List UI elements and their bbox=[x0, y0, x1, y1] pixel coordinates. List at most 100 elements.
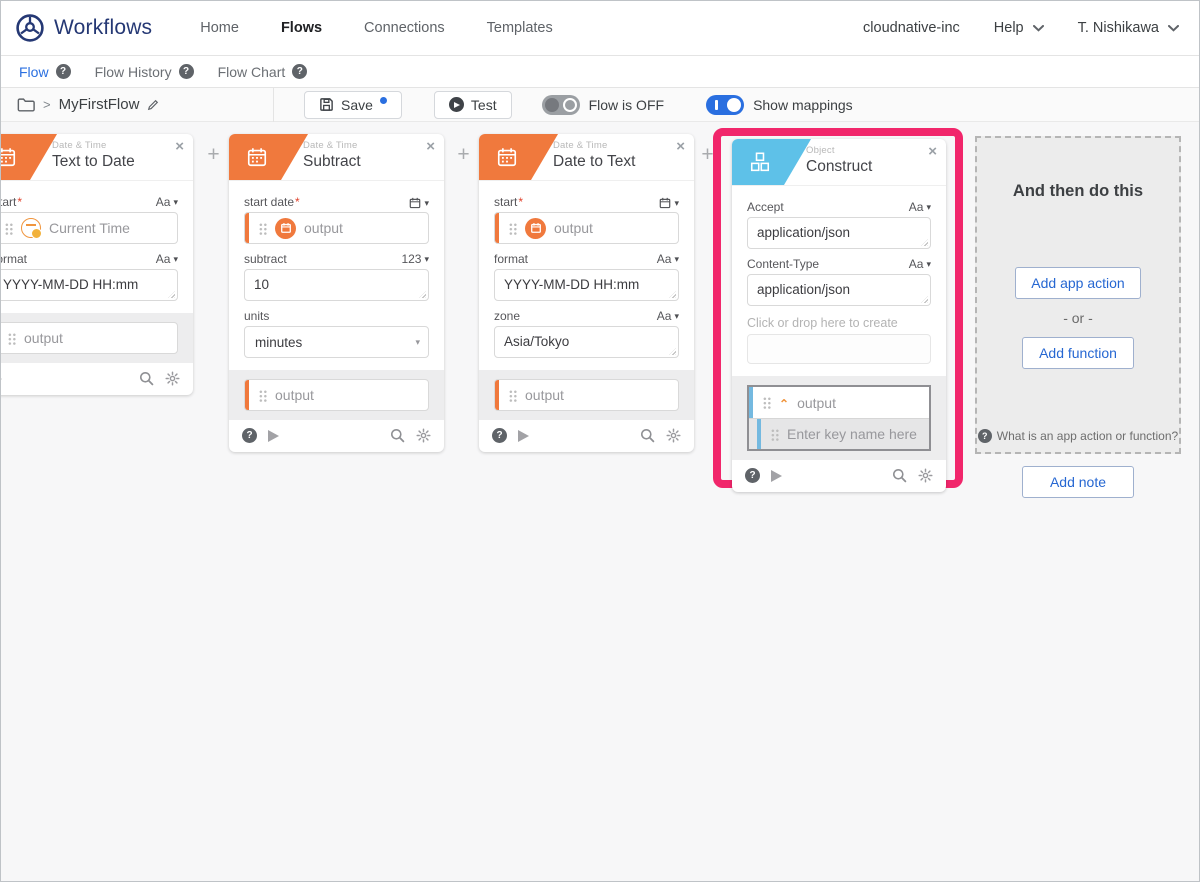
app-title: Workflows bbox=[54, 16, 153, 39]
format-input[interactable]: YYYY-MM-DD HH:mm bbox=[494, 269, 679, 301]
step-name: Subtract bbox=[303, 153, 361, 170]
step-output-section: ⌃ output Enter key name here bbox=[732, 376, 946, 460]
tab-flow[interactable]: Flow bbox=[19, 64, 71, 80]
format-input[interactable]: YYYY-MM-DD HH:mm bbox=[1, 269, 178, 301]
mapped-value-pill[interactable]: Current Time bbox=[1, 212, 178, 244]
help-icon[interactable] bbox=[55, 64, 71, 79]
chevron-up-icon[interactable]: ⌃ bbox=[779, 397, 789, 411]
field-type-selector[interactable]: Aa bbox=[657, 252, 679, 266]
user-name: T. Nishikawa bbox=[1077, 20, 1159, 36]
add-note-button[interactable]: Add note bbox=[1022, 466, 1134, 498]
highlight-border: Object Construct Accept Aa application/j… bbox=[713, 128, 963, 492]
help-icon[interactable] bbox=[745, 468, 760, 483]
drop-zone[interactable] bbox=[747, 334, 931, 364]
tab-flow-history[interactable]: Flow History bbox=[95, 64, 194, 80]
step-category: Date & Time bbox=[303, 140, 358, 151]
accept-input[interactable]: application/json bbox=[747, 217, 931, 249]
help-icon[interactable] bbox=[242, 428, 257, 443]
units-select[interactable]: minutes ▾ bbox=[244, 326, 429, 358]
panel-hint-text: What is an app action or function? bbox=[996, 429, 1179, 443]
date-type-selector[interactable] bbox=[409, 197, 429, 209]
workflows-logo-icon bbox=[16, 14, 44, 42]
run-step-icon[interactable] bbox=[268, 429, 279, 442]
folder-icon[interactable] bbox=[17, 97, 35, 112]
field-type-selector[interactable]: Aa bbox=[909, 257, 931, 271]
show-mappings-toggle[interactable] bbox=[706, 94, 745, 115]
field-type-selector[interactable]: 123 bbox=[401, 252, 429, 266]
close-icon[interactable] bbox=[928, 143, 937, 160]
app-logo[interactable]: Workflows bbox=[15, 13, 152, 43]
calendar-icon bbox=[1, 148, 16, 167]
chevron-down-icon bbox=[1032, 24, 1044, 32]
app-window: Workflows Home Flows Connections Templat… bbox=[0, 0, 1200, 882]
drag-handle[interactable] bbox=[4, 221, 13, 235]
current-time-icon bbox=[21, 218, 42, 239]
mapped-value-pill[interactable]: output bbox=[494, 212, 679, 244]
nav-item-templates[interactable]: Templates bbox=[487, 20, 553, 36]
step-name: Construct bbox=[806, 158, 873, 175]
field-type-selector[interactable]: Aa bbox=[657, 309, 679, 323]
help-menu[interactable]: Help bbox=[994, 20, 1044, 36]
content-type-input[interactable]: application/json bbox=[747, 274, 931, 306]
save-icon bbox=[320, 98, 333, 111]
search-icon[interactable] bbox=[892, 468, 907, 483]
help-icon[interactable] bbox=[492, 428, 507, 443]
run-step-icon[interactable] bbox=[771, 469, 782, 482]
divider bbox=[273, 87, 274, 122]
drag-handle[interactable] bbox=[770, 427, 779, 441]
run-step-icon[interactable] bbox=[518, 429, 529, 442]
flow-onoff-toggle[interactable] bbox=[541, 94, 580, 115]
output-pill[interactable]: output bbox=[244, 379, 429, 411]
close-icon[interactable] bbox=[175, 138, 184, 155]
output-pill[interactable]: ⌃ output bbox=[749, 387, 929, 418]
output-pill[interactable]: output bbox=[494, 379, 679, 411]
tab-flow-chart[interactable]: Flow Chart bbox=[218, 64, 308, 80]
flow-toggle-label: Flow is OFF bbox=[588, 96, 665, 113]
add-step-button[interactable]: + bbox=[455, 144, 472, 165]
user-menu[interactable]: T. Nishikawa bbox=[1078, 20, 1179, 36]
drag-handle[interactable] bbox=[7, 331, 16, 345]
play-circle-icon bbox=[448, 97, 464, 112]
test-button[interactable]: Test bbox=[433, 90, 512, 119]
gear-icon[interactable] bbox=[416, 428, 431, 443]
drag-handle[interactable] bbox=[508, 221, 517, 235]
drag-handle[interactable] bbox=[508, 388, 517, 402]
step-name: Date to Text bbox=[553, 153, 636, 170]
add-step-button[interactable]: + bbox=[205, 144, 222, 165]
step-card-subtract: Date & Time Subtract start date* output … bbox=[229, 134, 444, 452]
save-button[interactable]: Save bbox=[304, 90, 402, 119]
search-icon[interactable] bbox=[390, 428, 405, 443]
mapped-value-pill[interactable]: output bbox=[244, 212, 429, 244]
nav-item-flows[interactable]: Flows bbox=[281, 20, 322, 36]
gear-icon[interactable] bbox=[165, 371, 180, 386]
or-separator: - or - bbox=[1063, 310, 1093, 326]
add-app-action-button[interactable]: Add app action bbox=[1015, 267, 1141, 299]
drag-handle[interactable] bbox=[762, 396, 771, 409]
nav-item-home[interactable]: Home bbox=[200, 20, 239, 36]
output-key-input[interactable]: Enter key name here bbox=[749, 418, 929, 449]
field-type-selector[interactable]: Aa bbox=[156, 195, 178, 209]
help-icon[interactable] bbox=[292, 64, 308, 79]
search-icon[interactable] bbox=[139, 371, 154, 386]
date-type-selector[interactable] bbox=[659, 197, 679, 209]
zone-input[interactable]: Asia/Tokyo bbox=[494, 326, 679, 358]
help-icon[interactable] bbox=[977, 429, 992, 443]
search-icon[interactable] bbox=[640, 428, 655, 443]
field-type-selector[interactable]: Aa bbox=[909, 200, 931, 214]
add-function-button[interactable]: Add function bbox=[1022, 337, 1134, 369]
field-type-selector[interactable]: Aa bbox=[156, 252, 178, 266]
help-icon[interactable] bbox=[178, 64, 194, 79]
close-icon[interactable] bbox=[426, 138, 435, 155]
output-pill[interactable]: output bbox=[1, 322, 178, 354]
flow-tabbar: Flow Flow History Flow Chart bbox=[1, 56, 1199, 88]
drag-handle[interactable] bbox=[258, 221, 267, 235]
run-step-icon[interactable] bbox=[1, 372, 2, 385]
close-icon[interactable] bbox=[676, 138, 685, 155]
edit-pencil-icon[interactable] bbox=[147, 99, 159, 111]
drag-handle[interactable] bbox=[258, 388, 267, 402]
gear-icon[interactable] bbox=[918, 468, 933, 483]
nav-item-connections[interactable]: Connections bbox=[364, 20, 445, 36]
subtract-input[interactable]: 10 bbox=[244, 269, 429, 301]
step-output-section: output bbox=[479, 370, 694, 420]
gear-icon[interactable] bbox=[666, 428, 681, 443]
